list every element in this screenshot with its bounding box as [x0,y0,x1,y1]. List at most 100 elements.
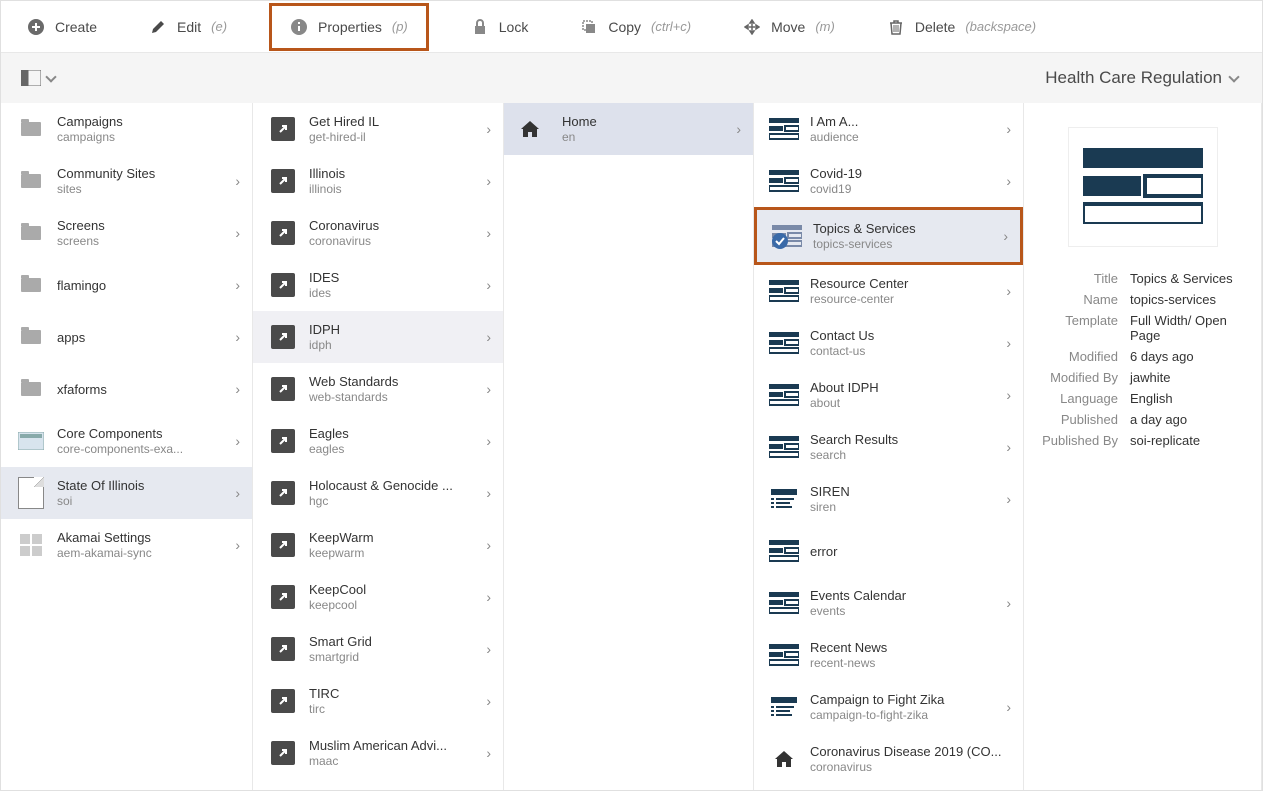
list-item[interactable]: xfaforms › [1,363,252,415]
meta-row: Published a day ago [1040,412,1245,427]
list-item[interactable]: Recent News recent-news [754,629,1023,681]
row-sub: contact-us [810,344,1000,358]
list-item[interactable]: Home en › [504,103,753,155]
list-item[interactable]: Screens screens › [1,207,252,259]
breadcrumb[interactable]: Health Care Regulation [1045,68,1238,88]
chevron-right-icon: › [486,433,491,449]
row-sub: audience [810,130,1000,144]
row-title: Topics & Services [813,221,997,236]
list-item[interactable]: error [754,525,1023,577]
chevron-right-icon: › [486,745,491,761]
check-icon [771,220,803,252]
row-text: Get Hired IL get-hired-il [309,114,480,144]
template-icon [768,587,800,619]
row-title: Coronavirus [309,218,480,233]
meta-value: Topics & Services [1130,271,1245,286]
folder-icon [15,165,47,197]
list-item[interactable]: Coronavirus Disease 2019 (CO... coronavi… [754,733,1023,785]
meta-label: Language [1040,391,1130,406]
list-item[interactable]: Coronavirus coronavirus › [253,207,503,259]
meta-value: 6 days ago [1130,349,1245,364]
chevron-right-icon: › [1006,491,1011,507]
row-text: I Am A... audience [810,114,1000,144]
list-item[interactable]: TIRC tirc › [253,675,503,727]
row-title: State Of Illinois [57,478,229,493]
list-item[interactable]: CWEA cwea › [253,779,503,790]
row-sub: aem-akamai-sync [57,546,229,560]
row-sub: hgc [309,494,480,508]
list-item[interactable]: Covid-19 covid19 › [754,155,1023,207]
column-4: I Am A... audience › Covid-19 covid19 › … [754,103,1024,790]
list-item[interactable]: About IDPH about › [754,369,1023,421]
list-item[interactable]: Akamai Settings aem-akamai-sync › [1,519,252,571]
list-item[interactable]: flamingo › [1,259,252,311]
list-item[interactable]: IDES ides › [253,259,503,311]
list-item[interactable]: Contact Us contact-us › [754,317,1023,369]
edit-shortcut: (e) [211,19,227,34]
list-item[interactable]: Resource Center resource-center › [754,265,1023,317]
list-item[interactable]: Campaigns campaigns [1,103,252,155]
info-circle-icon [290,18,308,36]
create-button[interactable]: Create [17,12,107,42]
list-item[interactable]: Topics & Services topics-services › [757,210,1020,262]
move-button[interactable]: Move (m) [733,12,845,42]
chevron-right-icon: › [486,173,491,189]
row-title: Holocaust & Genocide ... [309,478,480,493]
row-sub: campaign-to-fight-zika [810,708,1000,722]
row-text: Contact Us contact-us [810,328,1000,358]
chevron-right-icon: › [486,537,491,553]
pencil-icon [149,18,167,36]
lock-button[interactable]: Lock [461,12,539,42]
properties-label: Properties [318,19,382,35]
row-sub: coronavirus [810,760,1011,774]
list-item[interactable]: State Of Illinois soi › [1,467,252,519]
delete-button[interactable]: Delete (backspace) [877,12,1046,42]
list-item[interactable]: apps › [1,311,252,363]
row-sub: coronavirus [309,234,480,248]
list-item[interactable]: I Am A... audience › [754,103,1023,155]
lock-icon [471,18,489,36]
list-item[interactable]: Events Calendar events › [754,577,1023,629]
list-item[interactable]: KeepCool keepcool › [253,571,503,623]
list-item[interactable]: KeepWarm keepwarm › [253,519,503,571]
list-item[interactable]: Community Sites sites › [1,155,252,207]
detail-panel: Title Topics & Services Name topics-serv… [1024,103,1262,790]
list-item[interactable]: Illinois illinois › [253,155,503,207]
edit-button[interactable]: Edit (e) [139,12,237,42]
row-title: About IDPH [810,380,1000,395]
properties-button[interactable]: Properties (p) [269,3,429,51]
copy-button[interactable]: Copy (ctrl+c) [570,12,701,42]
row-title: Community Sites [57,166,229,181]
list-item[interactable]: Web Standards web-standards › [253,363,503,415]
chevron-right-icon: › [486,693,491,709]
list-item[interactable]: Get Hired IL get-hired-il › [253,103,503,155]
row-sub: eagles [309,442,480,456]
redirect-icon [267,633,299,665]
list-item[interactable]: Muslim American Advi... maac › [253,727,503,779]
chevron-right-icon: › [1006,699,1011,715]
chevron-right-icon: › [1006,173,1011,189]
list-item[interactable]: Campaign to Fight Zika campaign-to-fight… [754,681,1023,733]
list-item[interactable]: SIREN siren › [754,473,1023,525]
row-text: error [810,544,1011,559]
list-item[interactable]: Core Components core-components-exa... › [1,415,252,467]
delete-shortcut: (backspace) [965,19,1036,34]
row-sub: screens [57,234,229,248]
list-item[interactable]: Holocaust & Genocide ... hgc › [253,467,503,519]
row-text: Holocaust & Genocide ... hgc [309,478,480,508]
list-item[interactable]: Search Results search › [754,421,1023,473]
list-item[interactable]: IDPH idph › [253,311,503,363]
breadcrumb-label: Health Care Regulation [1045,68,1222,88]
list-item[interactable]: Smart Grid smartgrid › [253,623,503,675]
redirect-icon [267,373,299,405]
meta-row: Published By soi-replicate [1040,433,1245,448]
redirect-icon [267,789,299,790]
core-icon [15,425,47,457]
row-sub: recent-news [810,656,1011,670]
chevron-right-icon: › [736,121,741,137]
view-switcher[interactable] [21,70,55,86]
list-item[interactable]: Eagles eagles › [253,415,503,467]
template-icon [768,165,800,197]
meta-row: Modified By jawhite [1040,370,1245,385]
row-text: IDPH idph [309,322,480,352]
